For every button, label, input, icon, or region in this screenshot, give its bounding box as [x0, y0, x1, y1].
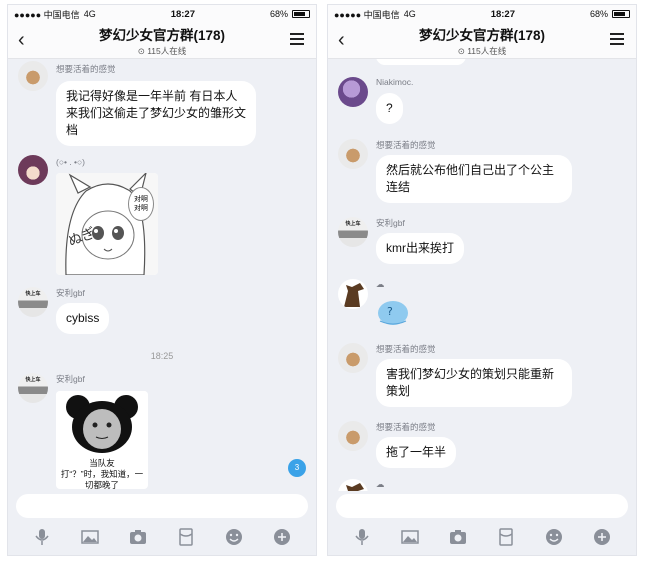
battery-icon: [612, 10, 630, 18]
chat-area[interactable]: 想要活着的感觉 我记得好像是一年半前 有日本人来我们这偷走了梦幻少女的雏形文档 …: [8, 59, 316, 491]
sender-name: Niakimoc.: [376, 77, 414, 87]
avatar[interactable]: [338, 139, 368, 169]
whale-image: ?: [378, 301, 408, 325]
microphone-icon[interactable]: [353, 528, 371, 546]
input-bar: [328, 491, 636, 521]
status-bar: ●●●●● 中国电信 4G 18:27 68%: [8, 5, 316, 23]
camera-icon[interactable]: [129, 528, 147, 546]
battery-icon: [292, 10, 310, 18]
input-toolbar: [328, 519, 636, 555]
group-title: 梦幻少女官方群(178): [418, 28, 545, 43]
carrier-label: ●●●●● 中国电信: [14, 9, 80, 20]
online-count: ⊙ 115人在线: [457, 46, 507, 56]
avatar[interactable]: 快上车: [18, 373, 48, 403]
red-envelope-icon[interactable]: [497, 528, 515, 546]
avatar[interactable]: [338, 77, 368, 107]
svg-text:?: ?: [387, 305, 393, 318]
partial-message-bubble[interactable]: [376, 59, 466, 65]
horse-icon: [346, 483, 364, 491]
avatar[interactable]: 快上车: [18, 287, 48, 317]
phone-screen-right: ●●●●● 中国电信 4G 18:27 68% ‹ 梦幻少女官方群(178) ⊙…: [327, 4, 637, 556]
back-chevron-icon[interactable]: ‹: [338, 29, 345, 51]
clock: 18:27: [490, 8, 515, 20]
sender-name: 安利gbf: [56, 288, 85, 298]
sender-name: 想要活着的感觉: [376, 140, 436, 150]
sender-name: 安利gbf: [56, 374, 85, 384]
sender-name: ☁: [376, 479, 385, 489]
avatar[interactable]: [338, 279, 368, 309]
avatar[interactable]: [338, 421, 368, 451]
more-icon[interactable]: [273, 528, 291, 546]
whale-sticker[interactable]: ?: [376, 295, 410, 329]
sender-name: ☁: [376, 279, 385, 289]
chat-area[interactable]: Niakimoc. ? 想要活着的感觉 然后就公布他们自己出了个公主连结 快上车…: [328, 59, 636, 491]
group-title: 梦幻少女官方群(178): [98, 28, 225, 43]
nav-bar: ‹ 梦幻少女官方群(178) ⊙ 115人在线: [8, 23, 316, 59]
camera-icon[interactable]: [449, 528, 467, 546]
message-bubble[interactable]: ?: [376, 93, 403, 124]
sender-name: (○• . •○): [56, 157, 85, 167]
avatar[interactable]: 快上车: [338, 217, 368, 247]
phone-screen-left: ●●●●● 中国电信 4G 18:27 68% ‹ 梦幻少女官方群(178) ⊙…: [7, 4, 317, 556]
avatar[interactable]: [338, 343, 368, 373]
battery-percent: 68%: [589, 9, 608, 19]
panda-meme-sticker[interactable]: 当队友 打“？”时，我知道，一切都晚了: [56, 391, 148, 489]
message-bubble[interactable]: 然后就公布他们自己出了个公主连结: [376, 155, 572, 203]
message-bubble[interactable]: 拖了一年半: [376, 437, 457, 468]
horse-icon: [344, 283, 364, 307]
sender-name: 想要活着的感觉: [376, 422, 436, 432]
message-bubble[interactable]: kmr出来挨打: [376, 233, 464, 264]
menu-icon[interactable]: [610, 33, 624, 45]
emoji-icon[interactable]: [225, 528, 243, 546]
carrier-label: ●●●●● 中国电信: [334, 9, 400, 20]
anime-girl-sticker[interactable]: ぬぎ 对啊 对啊: [56, 173, 158, 275]
network-label: 4G: [83, 9, 96, 19]
status-bar: ●●●●● 中国电信 4G 18:27 68%: [328, 5, 636, 23]
red-envelope-icon[interactable]: [177, 528, 195, 546]
input-toolbar: [8, 519, 316, 555]
microphone-icon[interactable]: [33, 528, 51, 546]
sender-name: 想要活着的感觉: [376, 344, 436, 354]
clock: 18:27: [170, 8, 195, 20]
panda-face-image: [56, 391, 148, 453]
speech-bubble: 对啊 对啊: [128, 187, 154, 221]
emoji-icon[interactable]: [545, 528, 563, 546]
nav-bar: ‹ 梦幻少女官方群(178) ⊙ 115人在线: [328, 23, 636, 59]
timestamp: 18:25: [150, 351, 174, 361]
avatar[interactable]: [18, 61, 48, 91]
back-chevron-icon[interactable]: ‹: [18, 29, 25, 51]
avatar[interactable]: [18, 155, 48, 185]
image-icon[interactable]: [401, 528, 419, 546]
more-icon[interactable]: [593, 528, 611, 546]
message-input[interactable]: [336, 494, 628, 518]
input-bar: [8, 491, 316, 521]
menu-icon[interactable]: [290, 33, 304, 45]
sender-name: 想要活着的感觉: [56, 64, 116, 74]
screenshot-pair: ●●●●● 中国电信 4G 18:27 68% ‹ 梦幻少女官方群(178) ⊙…: [0, 0, 645, 565]
message-bubble[interactable]: cybiss: [56, 303, 110, 334]
network-label: 4G: [403, 9, 416, 19]
message-bubble[interactable]: 我记得好像是一年半前 有日本人来我们这偷走了梦幻少女的雏形文档: [56, 81, 256, 146]
online-count: ⊙ 115人在线: [137, 46, 187, 56]
image-icon[interactable]: [81, 528, 99, 546]
sender-name: 安利gbf: [376, 218, 405, 228]
message-input[interactable]: [16, 494, 308, 518]
battery-percent: 68%: [269, 9, 288, 19]
avatar[interactable]: [338, 479, 368, 491]
unread-badge[interactable]: 3: [288, 459, 306, 477]
sticker-caption: 当队友 打“？”时，我知道，一切都晚了: [60, 458, 144, 489]
message-bubble[interactable]: 害我们梦幻少女的策划只能重新策划: [376, 359, 572, 407]
